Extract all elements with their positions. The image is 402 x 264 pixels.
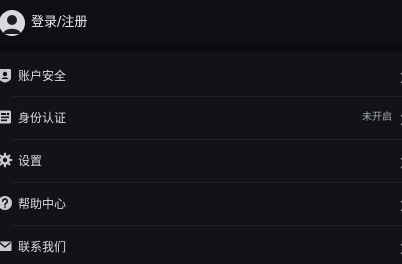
menu-item-label: 账户安全 — [18, 69, 67, 83]
header-divider — [0, 47, 402, 55]
login-header[interactable]: 登录/注册 — [0, 0, 402, 47]
id-card-icon — [0, 109, 13, 125]
question-icon — [0, 195, 13, 211]
account-page: 登录/注册 账户安全 身份认证 未开启 设置 帮助中心 联系我们 — [0, 0, 402, 264]
gear-icon — [0, 152, 13, 168]
menu-item-label: 设置 — [18, 154, 43, 168]
menu-item-identity-verification[interactable]: 身份认证 未开启 — [0, 97, 402, 139]
menu-item-account-security[interactable]: 账户安全 — [0, 55, 402, 97]
menu-item-label: 帮助中心 — [18, 197, 67, 211]
menu-item-settings[interactable]: 设置 — [0, 140, 402, 182]
menu-item-label: 联系我们 — [18, 240, 67, 254]
user-avatar-icon[interactable] — [0, 10, 25, 36]
mail-icon — [0, 238, 13, 254]
menu-item-contact-us[interactable]: 联系我们 — [0, 226, 402, 264]
menu-item-label: 身份认证 — [18, 111, 67, 125]
lock-user-icon — [0, 67, 13, 83]
menu-item-help-center[interactable]: 帮助中心 — [0, 183, 402, 225]
verification-status: 未开启 — [362, 112, 392, 123]
login-register-link[interactable]: 登录/注册 — [31, 13, 87, 33]
